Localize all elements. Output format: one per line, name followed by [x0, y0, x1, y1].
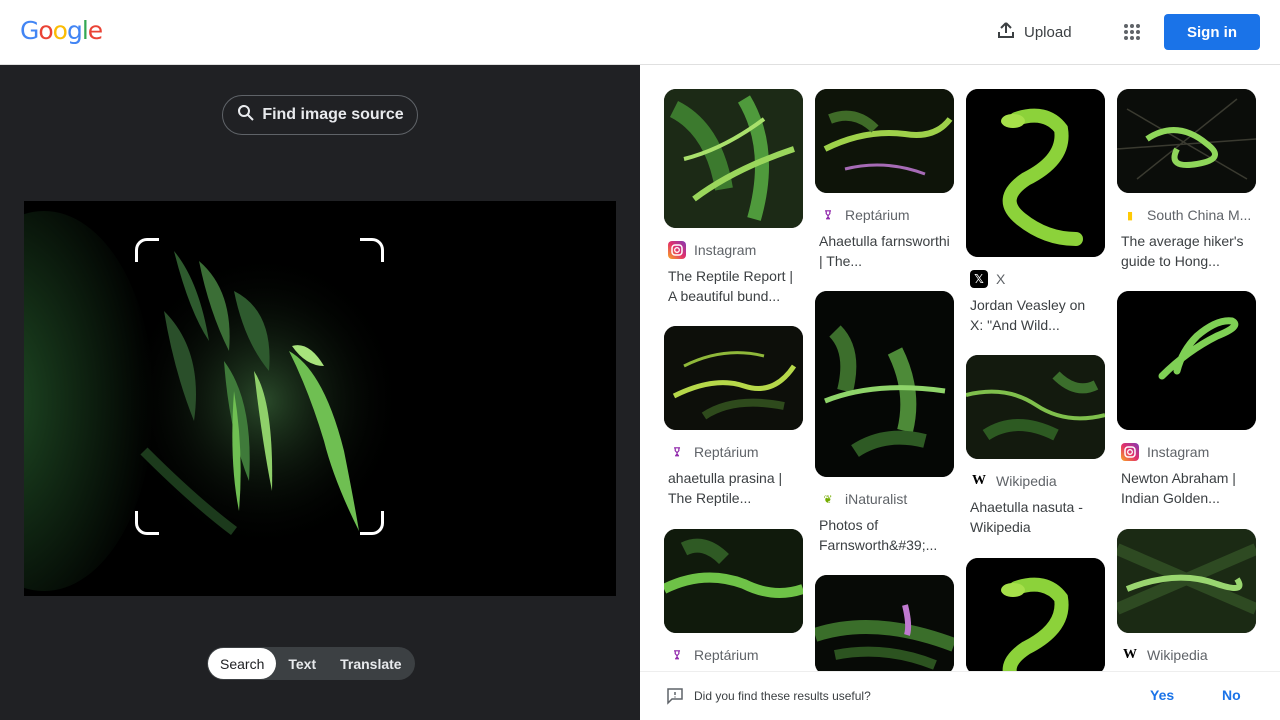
result-card[interactable] [966, 558, 1105, 671]
upload-label: Upload [1024, 23, 1072, 41]
result-title: Photos of Farnsworth&#39;... [819, 517, 938, 553]
crop-handle-bottom-right[interactable] [360, 511, 384, 535]
feedback-yes-button[interactable]: Yes [1150, 687, 1174, 703]
result-source-name: Wikipedia [1147, 647, 1208, 663]
result-card[interactable]: 𐃯 Reptárium [664, 529, 803, 665]
result-card[interactable]: ❦ iNaturalist Photos of Farnsworth&#39;.… [815, 291, 954, 555]
google-logo[interactable]: Google [20, 16, 103, 45]
result-thumbnail [966, 558, 1105, 671]
reptarium-icon: 𐃯 [824, 209, 832, 222]
logo-letter: g [66, 16, 83, 45]
result-thumbnail [664, 89, 803, 228]
upload-icon [996, 20, 1016, 44]
crop-handle-bottom-left[interactable] [135, 511, 159, 535]
feedback-bar: Did you find these results useful? Yes N… [640, 671, 1280, 720]
result-source-name: South China M... [1147, 207, 1252, 223]
result-source: ▮ South China M... [1117, 205, 1256, 225]
tab-search[interactable]: Search [208, 648, 277, 679]
wikipedia-icon: W [972, 473, 986, 488]
result-card[interactable]: 𐃯 Reptárium Ahaetulla farnsworthi | The.… [815, 89, 954, 271]
feedback-question: Did you find these results useful? [694, 689, 871, 703]
sign-in-button[interactable]: Sign in [1164, 14, 1260, 50]
result-title: Ahaetulla farnsworthi | The... [819, 233, 950, 269]
x-icon: 𝕏 [970, 270, 988, 288]
result-thumbnail [1117, 291, 1256, 430]
logo-letter: o [52, 16, 68, 45]
result-title: The Reptile Report | A beautiful bund... [668, 268, 794, 304]
tab-translate[interactable]: Translate [328, 648, 413, 679]
result-card[interactable]: 𐃯 Reptárium ahaetulla prasina | The Rept… [664, 326, 803, 508]
top-bar: Google Upload Sign in [0, 0, 1280, 65]
result-card[interactable]: W Wikipedia [1117, 529, 1256, 665]
crop-handle-top-right[interactable] [360, 238, 384, 262]
feedback-icon [666, 687, 684, 710]
result-thumbnail [664, 529, 803, 633]
tab-text[interactable]: Text [276, 648, 328, 679]
result-source: 𐃯 Reptárium [815, 205, 954, 225]
instagram-icon [668, 241, 686, 259]
result-card[interactable]: W Wikipedia Ahaetulla nasuta - Wikipedia [966, 355, 1105, 537]
reptarium-icon: 𐃯 [673, 649, 681, 662]
lens-search-icon [236, 103, 256, 128]
result-thumbnail [1117, 529, 1256, 633]
result-source-name: Reptárium [694, 444, 759, 460]
result-source: ❦ iNaturalist [815, 489, 954, 509]
result-thumbnail [966, 89, 1105, 257]
result-card[interactable]: ▮ South China M... The average hiker's g… [1117, 89, 1256, 271]
result-title: The average hiker's guide to Hong... [1121, 233, 1244, 269]
find-image-source-button[interactable]: Find image source [222, 95, 418, 135]
result-card[interactable]: 𝕏 X Jordan Veasley on X: "And Wild... [966, 89, 1105, 335]
result-source-name: Wikipedia [996, 473, 1057, 489]
find-image-source-label: Find image source [262, 106, 404, 123]
result-title: Jordan Veasley on X: "And Wild... [970, 297, 1086, 333]
apps-grid-icon[interactable] [1116, 16, 1148, 48]
mode-tabs: Search Text Translate [207, 647, 415, 680]
instagram-icon [1121, 443, 1139, 461]
result-source: 𝕏 X [966, 269, 1105, 289]
result-thumbnail [815, 575, 954, 671]
result-source-name: Reptárium [694, 647, 759, 663]
result-source: Instagram [664, 240, 803, 260]
result-title: ahaetulla prasina | The Reptile... [668, 470, 783, 506]
result-thumbnail [815, 291, 954, 477]
result-source: W Wikipedia [966, 471, 1105, 491]
result-source-name: Instagram [1147, 444, 1210, 460]
result-source-name: iNaturalist [845, 491, 908, 507]
results-pane: Instagram The Reptile Report | A beautif… [640, 65, 1280, 720]
result-thumbnail [1117, 89, 1256, 193]
result-title: Newton Abraham | Indian Golden... [1121, 470, 1236, 506]
logo-letter: o [38, 16, 53, 45]
wikipedia-icon: W [1123, 647, 1137, 662]
result-thumbnail [664, 326, 803, 430]
crop-handle-top-left[interactable] [135, 238, 159, 262]
result-title: Ahaetulla nasuta - Wikipedia [970, 499, 1083, 535]
result-card[interactable]: Instagram The Reptile Report | A beautif… [664, 89, 803, 306]
scmp-icon: ▮ [1126, 209, 1134, 222]
result-source: Instagram [1117, 442, 1256, 462]
query-image[interactable] [24, 201, 616, 596]
query-pane: Find image source Search Text Translate [0, 65, 640, 720]
result-source: 𐃯 Reptárium [664, 442, 803, 462]
result-source-name: Reptárium [845, 207, 910, 223]
upload-button[interactable]: Upload [988, 16, 1080, 48]
feedback-no-button[interactable]: No [1222, 687, 1241, 703]
inaturalist-icon: ❦ [823, 493, 833, 506]
result-source: W Wikipedia [1117, 645, 1256, 665]
results-grid: Instagram The Reptile Report | A beautif… [664, 89, 1256, 671]
result-card[interactable]: Instagram Newton Abraham | Indian Golden… [1117, 291, 1256, 508]
logo-letter: e [87, 16, 103, 45]
result-source-name: X [996, 271, 1006, 287]
result-card[interactable] [815, 575, 954, 671]
result-thumbnail [966, 355, 1105, 459]
result-source-name: Instagram [694, 242, 757, 258]
result-source: 𐃯 Reptárium [664, 645, 803, 665]
logo-letter: G [20, 16, 39, 45]
reptarium-icon: 𐃯 [673, 446, 681, 459]
result-thumbnail [815, 89, 954, 193]
